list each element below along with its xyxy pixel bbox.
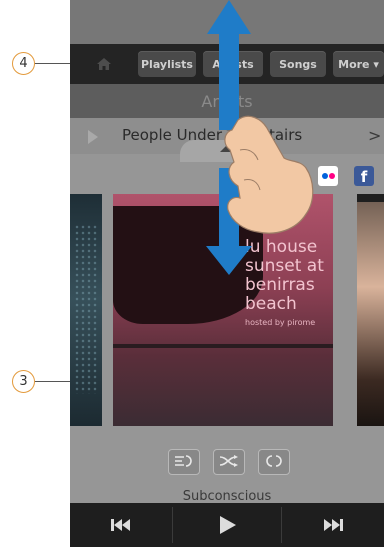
swipe-hand-icon [224, 115, 314, 234]
gesture-overlay [206, 0, 314, 275]
